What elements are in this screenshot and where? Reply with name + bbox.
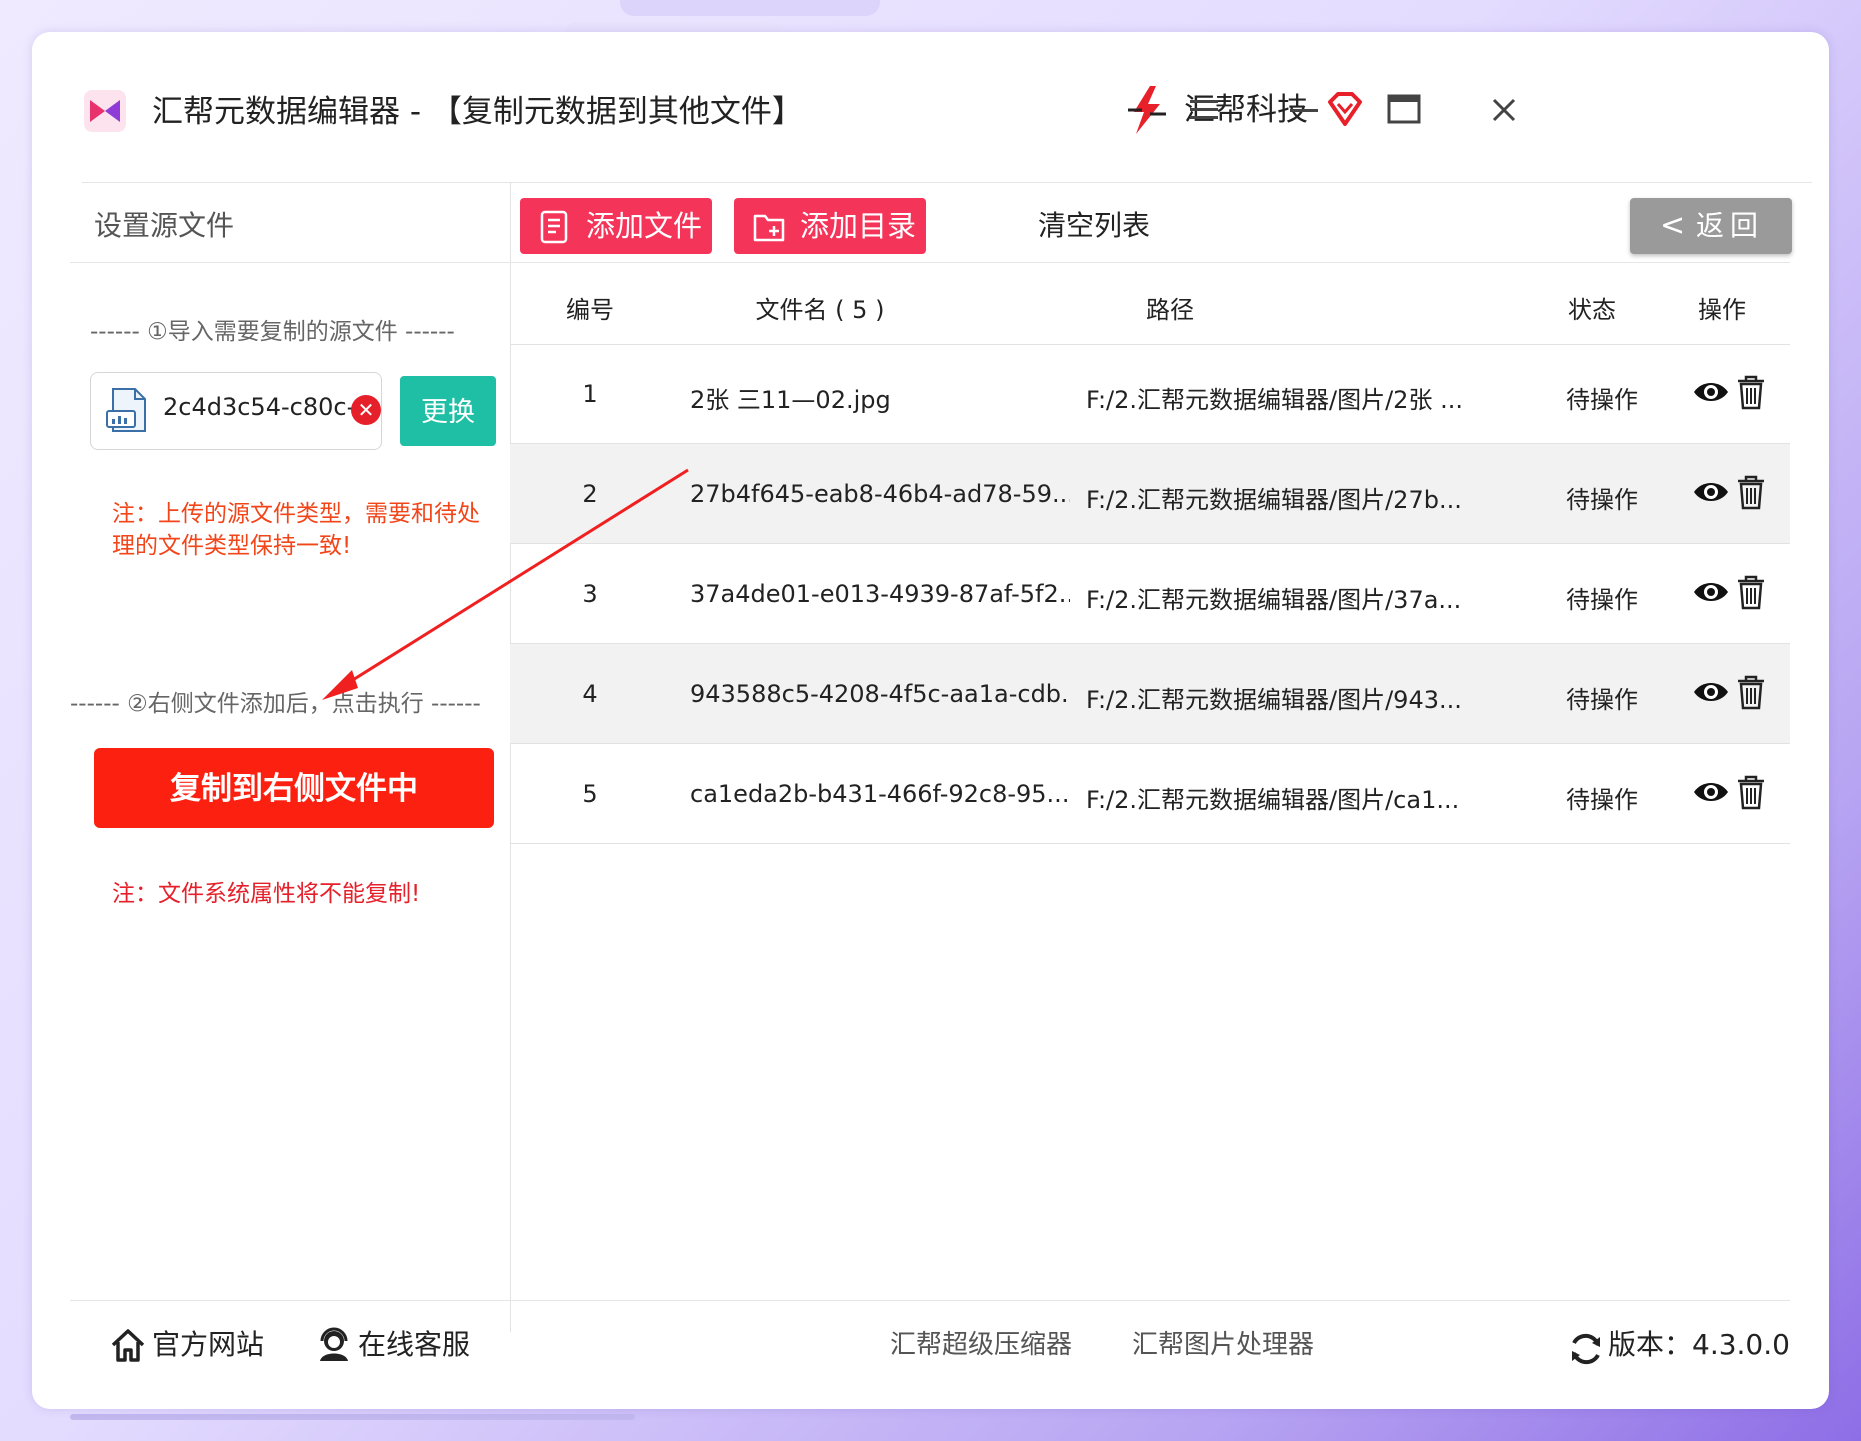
row-path: F:/2.汇帮元数据编辑器/图片/2张 ... <box>1086 386 1463 414</box>
preview-eye-icon[interactable] <box>1692 674 1730 710</box>
heart-diamond-icon[interactable] <box>1326 90 1364 128</box>
table-row[interactable]: 5 ca1eda2b-b431-466f-92c8-95... F:/2.汇帮元… <box>510 744 1790 844</box>
delete-trash-icon[interactable] <box>1732 674 1770 710</box>
add-file-icon <box>540 210 568 244</box>
minimize-icon[interactable] <box>1284 90 1324 130</box>
official-website-link[interactable]: 官方网站 <box>152 1325 264 1365</box>
row-file-name: ca1eda2b-b431-466f-92c8-95... <box>690 780 1070 808</box>
row-no: 1 <box>582 380 598 408</box>
table-header: 编号 文件名 ( 5 ) 路径 状态 操作 <box>510 264 1790 345</box>
brand-logo-icon <box>1128 86 1166 134</box>
delete-trash-icon[interactable] <box>1732 374 1770 410</box>
compressor-link[interactable]: 汇帮超级压缩器 <box>890 1325 1072 1365</box>
table-row[interactable]: 3 37a4de01-e013-4939-87af-5f2... F:/2.汇帮… <box>510 544 1790 644</box>
add-file-label: 添加文件 <box>586 209 703 243</box>
row-file-name: 27b4f645-eab8-46b4-ad78-59... <box>690 480 1070 508</box>
preview-eye-icon[interactable] <box>1692 574 1730 610</box>
row-no: 2 <box>582 480 598 508</box>
back-label: 返回 <box>1696 209 1765 242</box>
version-label: 版本：4.3.0.0 <box>1608 1328 1790 1361</box>
row-status: 待操作 <box>1566 686 1638 714</box>
source-file-box[interactable]: 2c4d3c54-c80c-4… ✕ <box>90 372 382 450</box>
add-file-button[interactable]: 添加文件 <box>520 198 712 254</box>
col-header-path: 路径 <box>1146 296 1194 324</box>
preview-eye-icon[interactable] <box>1692 474 1730 510</box>
row-path: F:/2.汇帮元数据编辑器/图片/27b... <box>1086 486 1462 514</box>
row-no: 3 <box>582 580 598 608</box>
add-folder-icon <box>753 214 785 242</box>
app-window: 汇帮元数据编辑器 - 【复制元数据到其他文件】 汇帮科技 设置源文件 -----… <box>32 32 1829 1409</box>
row-status: 待操作 <box>1566 486 1638 514</box>
col-header-no: 编号 <box>566 296 614 324</box>
image-processor-link[interactable]: 汇帮图片处理器 <box>1132 1325 1314 1365</box>
menu-icon[interactable] <box>1184 90 1224 130</box>
footer-bar: 官方网站 在线客服 汇帮超级压缩器 汇帮图片处理器 版本：4.3.0.0 <box>70 1300 1790 1387</box>
close-icon[interactable] <box>1484 90 1524 130</box>
source-panel-header: 设置源文件 <box>70 182 510 263</box>
row-path: F:/2.汇帮元数据编辑器/图片/ca1... <box>1086 786 1460 814</box>
row-file-name: 943588c5-4208-4f5c-aa1a-cdb... <box>690 680 1070 708</box>
preview-eye-icon[interactable] <box>1692 374 1730 410</box>
row-path: F:/2.汇帮元数据编辑器/图片/37a... <box>1086 586 1462 614</box>
col-header-status: 状态 <box>1568 296 1616 324</box>
back-button[interactable]: < 返回 <box>1630 198 1792 254</box>
row-no: 5 <box>582 780 598 808</box>
copy-to-files-button[interactable]: 复制到右侧文件中 <box>94 748 494 828</box>
add-directory-button[interactable]: 添加目录 <box>734 198 926 254</box>
add-directory-label: 添加目录 <box>800 209 917 243</box>
maximize-icon[interactable] <box>1384 90 1424 130</box>
customer-service-icon <box>320 1327 348 1361</box>
file-icon <box>106 388 146 432</box>
row-status: 待操作 <box>1566 586 1638 614</box>
row-status: 待操作 <box>1566 386 1638 414</box>
online-service-link[interactable]: 在线客服 <box>358 1325 470 1365</box>
toolbar: 添加文件 添加目录 清空列表 < 返回 <box>510 182 1792 263</box>
table-row[interactable]: 2 27b4f645-eab8-46b4-ad78-59... F:/2.汇帮元… <box>510 444 1790 544</box>
source-panel: 设置源文件 ------ ①导入需要复制的源文件 ------ 2c4d3c54… <box>70 182 511 1332</box>
delete-trash-icon[interactable] <box>1732 474 1770 510</box>
refresh-icon[interactable] <box>1568 1331 1604 1367</box>
replace-button[interactable]: 更换 <box>400 376 496 446</box>
row-path: F:/2.汇帮元数据编辑器/图片/943... <box>1086 686 1462 714</box>
background-shape <box>620 0 880 16</box>
col-header-name: 文件名 ( 5 ) <box>755 296 885 324</box>
window-title: 汇帮元数据编辑器 - 【复制元数据到其他文件】 <box>152 94 803 130</box>
table-row[interactable]: 1 2张 三11—02.jpg F:/2.汇帮元数据编辑器/图片/2张 ... … <box>510 344 1790 444</box>
table-row[interactable]: 4 943588c5-4208-4f5c-aa1a-cdb... F:/2.汇帮… <box>510 644 1790 744</box>
remove-source-icon[interactable]: ✕ <box>351 395 381 425</box>
background-line <box>70 1414 635 1420</box>
clear-list-button[interactable]: 清空列表 <box>1038 202 1150 250</box>
step1-label: ------ ①导入需要复制的源文件 ------ <box>90 319 455 345</box>
source-file-name: 2c4d3c54-c80c-4… <box>163 393 367 421</box>
row-status: 待操作 <box>1566 786 1638 814</box>
step2-label: ------ ②右侧文件添加后，点击执行 ------ <box>70 691 481 717</box>
row-file-name: 2张 三11—02.jpg <box>690 386 891 414</box>
source-panel-title: 设置源文件 <box>94 209 235 242</box>
file-type-note: 注：上传的源文件类型，需要和待处理的文件类型保持一致! <box>112 501 480 559</box>
row-no: 4 <box>582 680 598 708</box>
app-logo-icon <box>84 90 126 132</box>
delete-trash-icon[interactable] <box>1732 774 1770 810</box>
row-file-name: 37a4de01-e013-4939-87af-5f2... <box>690 580 1070 608</box>
fs-attribute-note: 注：文件系统属性将不能复制! <box>112 881 421 907</box>
chevron-left-icon: < <box>1660 208 1686 243</box>
preview-eye-icon[interactable] <box>1692 774 1730 810</box>
home-icon <box>111 1329 145 1362</box>
col-header-ops: 操作 <box>1698 296 1746 324</box>
delete-trash-icon[interactable] <box>1732 574 1770 610</box>
